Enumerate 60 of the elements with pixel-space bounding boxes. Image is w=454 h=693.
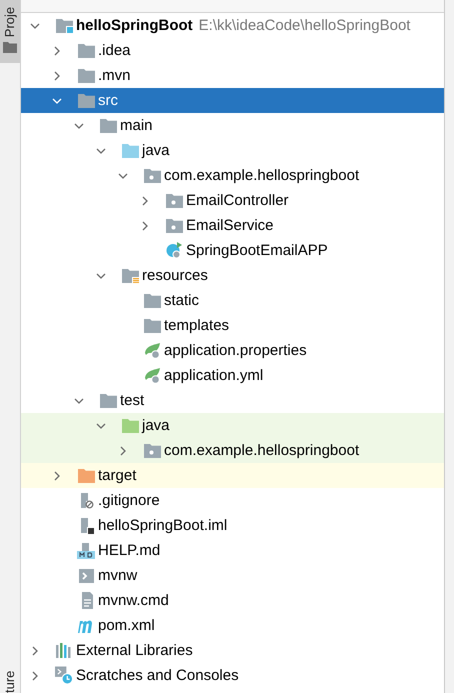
tree-item[interactable]: application.properties xyxy=(21,338,444,363)
tree-item[interactable]: com.example.hellospringboot xyxy=(21,163,444,188)
tree-item[interactable]: EmailController xyxy=(21,188,444,213)
module-file-icon xyxy=(78,517,94,534)
libraries-icon xyxy=(56,643,72,658)
package-icon xyxy=(166,193,182,208)
maven-icon xyxy=(77,618,95,632)
folder-icon xyxy=(100,393,116,408)
tree-item[interactable]: com.example.hellospringboot xyxy=(21,438,444,463)
tree-item[interactable]: test xyxy=(21,388,444,413)
spring-class-icon xyxy=(166,242,182,259)
tool-tab-label: Proje xyxy=(3,6,17,40)
folder-icon xyxy=(100,118,116,133)
folder-icon xyxy=(3,42,17,53)
tree-item[interactable]: External Libraries xyxy=(21,638,444,663)
tree-item[interactable]: helloSpringBoot.iml xyxy=(21,513,444,538)
structure-tool-tab[interactable]: ture xyxy=(0,663,20,693)
scratch-clock-icon xyxy=(55,666,73,685)
folder-icon xyxy=(144,318,160,333)
spring-config-icon xyxy=(144,368,160,384)
tree-item[interactable]: helloSpringBoot E:\kk\ideaCode\helloSpringBoot xyxy=(21,13,444,38)
tree-item[interactable]: java xyxy=(21,138,444,163)
project-tool-tab[interactable]: Proje xyxy=(0,0,20,63)
tree-item[interactable]: resources xyxy=(21,263,444,288)
text-file-icon xyxy=(79,592,93,609)
package-icon xyxy=(166,218,182,233)
folder-icon xyxy=(56,18,72,33)
tree-item[interactable]: src xyxy=(21,88,444,113)
tree-item[interactable]: Scratches and Consoles xyxy=(21,663,444,688)
folder-icon xyxy=(78,68,94,83)
folder-icon xyxy=(122,143,138,158)
tree-item[interactable]: .gitignore xyxy=(21,488,444,513)
project-path: E:\kk\ideaCode\helloSpringBoot xyxy=(198,17,410,34)
folder-icon xyxy=(78,43,94,58)
tree-item[interactable]: .mvn xyxy=(21,63,444,88)
tree-item[interactable]: target xyxy=(21,463,444,488)
tree-item[interactable]: application.yml xyxy=(21,363,444,388)
package-icon xyxy=(144,443,160,458)
tree-item[interactable]: pom.xml xyxy=(21,613,444,638)
package-icon xyxy=(144,168,160,183)
tree-item[interactable]: static xyxy=(21,288,444,313)
folder-icon xyxy=(122,418,138,433)
tree-item[interactable]: HELP.md xyxy=(21,538,444,563)
tree-item[interactable]: java xyxy=(21,413,444,438)
ignored-file-icon xyxy=(78,492,94,509)
tree-item[interactable]: EmailService xyxy=(21,213,444,238)
tree-item[interactable]: .idea xyxy=(21,38,444,63)
folder-icon xyxy=(78,93,94,108)
tree-item[interactable]: SpringBootEmailAPP xyxy=(21,238,444,263)
tree-item[interactable]: templates xyxy=(21,313,444,338)
spring-config-icon xyxy=(144,342,160,358)
folder-icon xyxy=(144,293,160,308)
folder-icon xyxy=(78,468,94,483)
tree-item[interactable]: main xyxy=(21,113,444,138)
folder-icon xyxy=(122,268,138,283)
terminal-file-icon xyxy=(78,568,94,582)
tree-item[interactable]: mvnw xyxy=(21,563,444,588)
tool-tab-label: ture xyxy=(3,670,17,693)
tree-item[interactable]: mvnw.cmd xyxy=(21,588,444,613)
markdown-file-icon xyxy=(77,542,95,559)
